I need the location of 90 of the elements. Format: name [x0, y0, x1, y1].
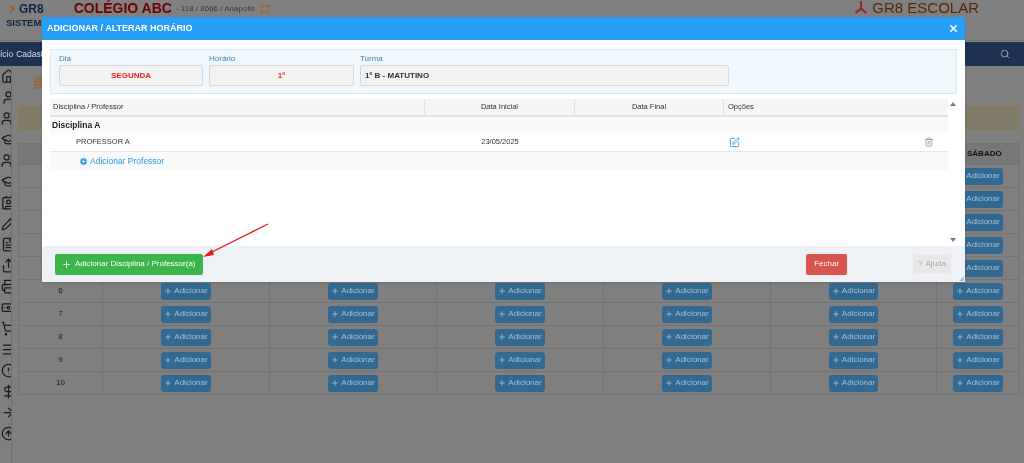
plus-icon — [956, 287, 965, 295]
plus-icon — [831, 310, 840, 318]
plus-icon — [498, 356, 507, 364]
row-number: 10 — [19, 372, 103, 395]
add-button[interactable]: Adicionar — [828, 305, 879, 323]
plus-icon — [164, 356, 173, 364]
plus-icon — [831, 356, 840, 364]
add-button[interactable]: Adicionar — [662, 282, 712, 300]
add-professor-link[interactable]: Adicionar Professor — [79, 154, 165, 168]
plus-icon — [665, 379, 674, 387]
plus-icon — [956, 333, 965, 341]
plus-circle-icon — [79, 156, 88, 166]
field-label: Turma — [360, 53, 384, 65]
add-button[interactable]: Adicionar — [328, 282, 378, 300]
plus-icon — [831, 287, 840, 295]
trash-icon[interactable] — [924, 137, 934, 147]
add-button[interactable]: Adicionar — [161, 328, 211, 346]
add-button[interactable]: Adicionar — [828, 374, 879, 392]
add-button[interactable]: Adicionar — [828, 328, 879, 346]
close-icon[interactable] — [948, 23, 959, 34]
field-value: 1º B - MATUTINO — [360, 65, 729, 86]
logo-text: GR8 — [19, 2, 44, 16]
plus-icon — [665, 333, 674, 341]
add-button[interactable]: Adicionar — [953, 328, 1003, 346]
add-button[interactable]: Adicionar — [161, 282, 211, 300]
school-name: COLÉGIO ABC — [73, 1, 172, 16]
add-button[interactable]: Adicionar — [662, 305, 712, 323]
plus-icon — [62, 259, 71, 269]
plus-icon — [665, 356, 674, 364]
search-icon[interactable] — [1000, 49, 1010, 59]
plus-icon — [498, 333, 507, 341]
add-button[interactable]: Adicionar — [828, 351, 879, 369]
add-button[interactable]: Adicionar — [953, 282, 1003, 300]
add-button[interactable]: Adicionar — [328, 328, 378, 346]
plus-icon — [498, 287, 507, 295]
close-button[interactable]: Fechar — [806, 253, 848, 275]
question-mark-icon: ? — [918, 258, 923, 270]
add-button[interactable]: Adicionar — [328, 374, 378, 392]
add-button[interactable]: Adicionar — [953, 374, 1003, 392]
nav-link[interactable]: ício — [0, 47, 14, 61]
add-button[interactable]: Adicionar — [828, 282, 879, 300]
plus-icon — [331, 287, 340, 295]
add-button[interactable]: Adicionar — [328, 305, 378, 323]
plus-icon — [331, 310, 340, 318]
plus-icon — [164, 310, 173, 318]
plus-icon — [956, 356, 965, 364]
add-button[interactable]: Adicionar — [328, 351, 378, 369]
plus-icon — [164, 379, 173, 387]
field-value: 1º — [209, 65, 354, 86]
add-button[interactable]: Adicionar — [161, 351, 211, 369]
plus-icon — [331, 356, 340, 364]
field-value: SEGUNDA — [59, 65, 203, 86]
group-title: Disciplina A — [52, 118, 101, 132]
plus-icon — [831, 379, 840, 387]
plus-icon — [498, 310, 507, 318]
plus-icon — [665, 287, 674, 295]
plus-icon — [331, 379, 340, 387]
plus-icon — [831, 333, 840, 341]
add-discipline-button[interactable]: Adicionar Disciplina / Professor(a) — [55, 253, 203, 275]
edit-icon[interactable] — [729, 136, 740, 148]
add-button[interactable]: Adicionar — [495, 328, 545, 346]
plus-icon — [956, 310, 965, 318]
plus-icon — [331, 333, 340, 341]
add-button[interactable]: Adicionar — [495, 305, 545, 323]
plus-icon — [164, 287, 173, 295]
row-number: 9 — [19, 349, 103, 372]
field-label: Dia — [59, 53, 72, 65]
add-button[interactable]: Adicionar — [495, 282, 545, 300]
plus-icon — [498, 379, 507, 387]
row-number: 7 — [19, 303, 103, 326]
plus-icon — [665, 310, 674, 318]
field-label: Horário — [209, 53, 237, 65]
logo-text: SISTEM — [6, 16, 43, 29]
logo-icon — [854, 1, 869, 15]
row-number: 8 — [19, 326, 103, 349]
add-button[interactable]: Adicionar — [495, 374, 545, 392]
plus-icon — [956, 379, 965, 387]
add-button[interactable]: Adicionar — [662, 351, 712, 369]
add-button[interactable]: Adicionar — [662, 328, 712, 346]
dialog-title: ADICIONAR / ALTERAR HORÁRIO — [47, 21, 193, 35]
scroll-down-icon — [950, 238, 956, 242]
add-button[interactable]: Adicionar — [953, 305, 1003, 323]
plus-icon — [164, 333, 173, 341]
add-button[interactable]: Adicionar — [662, 374, 712, 392]
brand-name: GR8 ESCOLAR — [872, 0, 979, 16]
add-button[interactable]: Adicionar — [161, 374, 211, 392]
nav-link[interactable]: Cadast — [16, 47, 44, 61]
add-button[interactable]: Adicionar — [161, 305, 211, 323]
add-button[interactable]: Adicionar — [495, 351, 545, 369]
add-button[interactable]: Adicionar — [953, 351, 1003, 369]
